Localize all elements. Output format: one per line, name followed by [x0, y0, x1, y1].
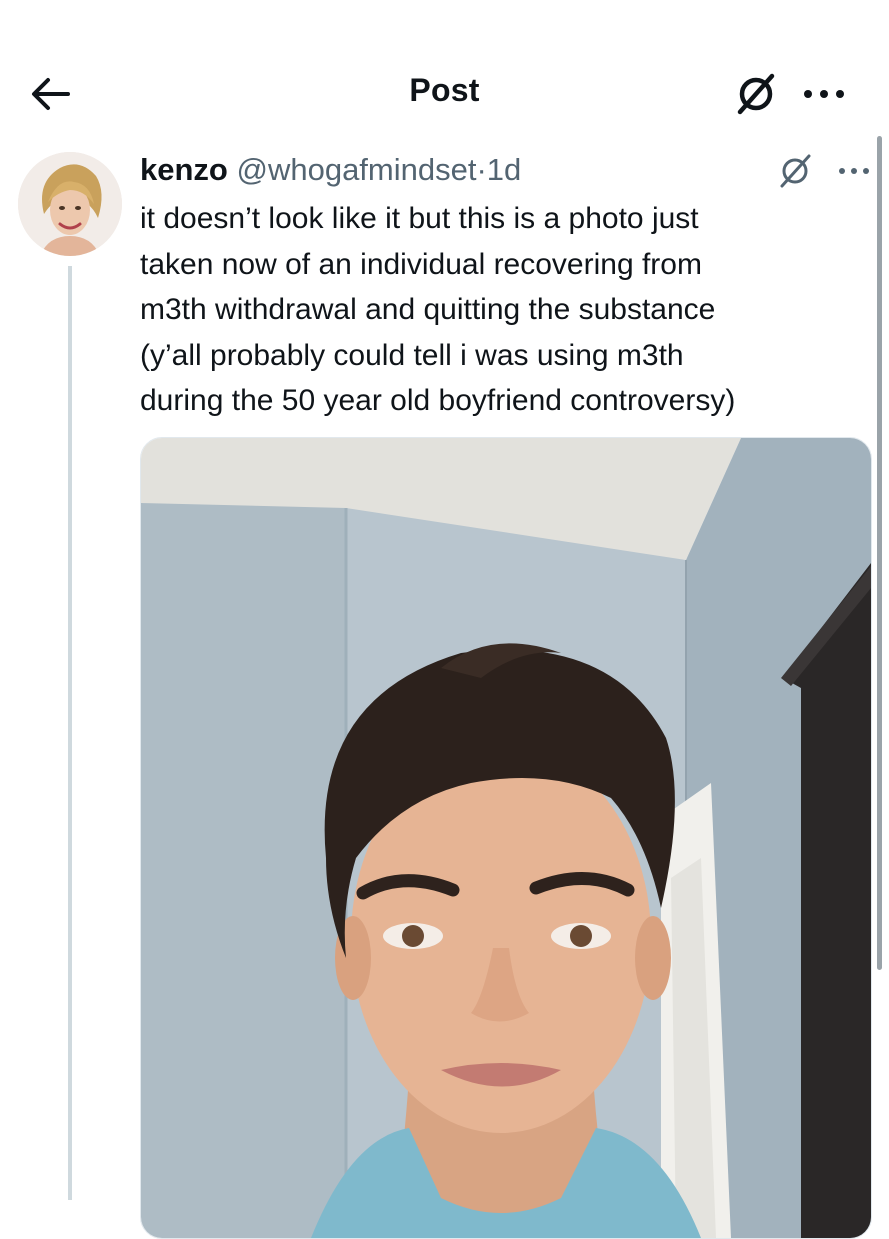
grok-button[interactable] [734, 72, 778, 116]
post-text-line: taken now of an individual recovering fr… [140, 247, 702, 281]
post-grok-button[interactable] [776, 152, 814, 190]
scrollbar[interactable] [877, 136, 882, 970]
post-header: kenzo @whogafmindset·1d [140, 150, 521, 190]
grok-icon [780, 154, 811, 188]
avatar-image [18, 152, 122, 256]
post-text-line: (y’all probably could tell i was using m… [140, 338, 684, 372]
more-horizontal-icon [804, 90, 844, 98]
post-more-button[interactable] [834, 156, 874, 186]
avatar[interactable] [18, 152, 122, 256]
separator-dot: · [476, 152, 487, 187]
user-handle[interactable]: @whogafmindset [236, 152, 476, 187]
more-options-button[interactable] [800, 74, 848, 114]
top-bar: Post [0, 0, 889, 150]
post-text: it doesn’t look like it but this is a ph… [140, 196, 860, 424]
post-text-line: it doesn’t look like it but this is a ph… [140, 202, 699, 235]
post-timestamp[interactable]: 1d [487, 152, 521, 187]
grok-icon [737, 73, 775, 115]
post-photo[interactable] [140, 437, 872, 1239]
selfie-photo [141, 438, 871, 1238]
post-text-line: m3th withdrawal and quitting the substan… [140, 293, 716, 326]
thread-line [68, 266, 72, 1200]
more-horizontal-icon [839, 168, 869, 174]
display-name[interactable]: kenzo [140, 152, 228, 187]
post-text-line: during the 50 year old boyfriend controv… [140, 384, 736, 417]
